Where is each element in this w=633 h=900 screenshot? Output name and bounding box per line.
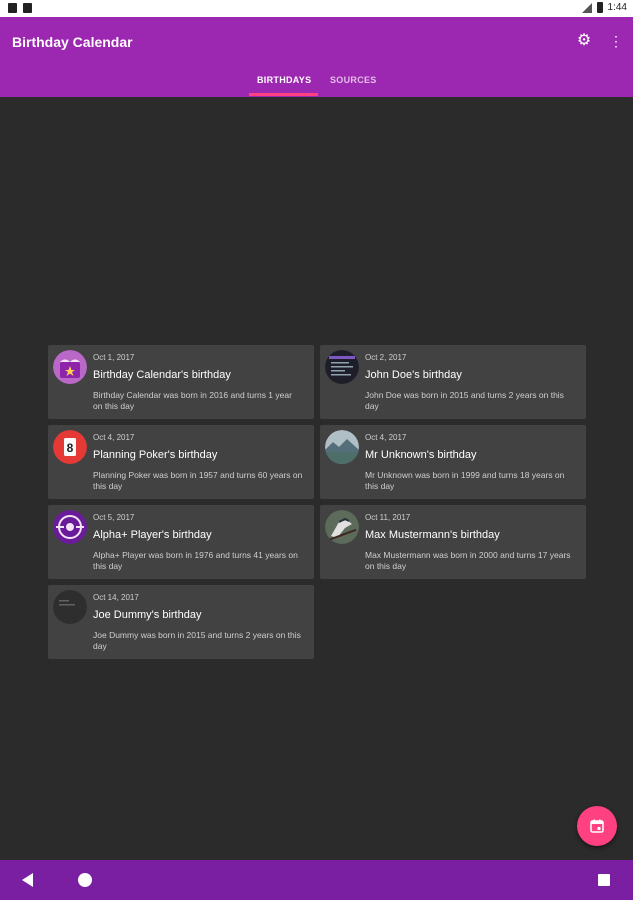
battery-icon (596, 2, 603, 13)
signal-icon (581, 2, 592, 13)
settings-gear-icon[interactable]: ⚙ (575, 32, 593, 50)
back-icon[interactable] (22, 873, 33, 887)
card-date: Oct 11, 2017 (365, 513, 411, 522)
card-title: Alpha+ Player's birthday (93, 529, 212, 541)
poker-card-icon: 8 (53, 430, 87, 464)
navigation-bar (0, 860, 633, 900)
card-description: Joe Dummy was born in 2015 and turns 2 y… (93, 630, 301, 651)
card-title: Birthday Calendar's birthday (93, 369, 231, 381)
bird-avatar (325, 510, 359, 544)
app-title: Birthday Calendar (12, 34, 133, 50)
home-icon[interactable] (78, 873, 92, 887)
card-date: Oct 4, 2017 (93, 433, 135, 442)
birthday-card[interactable]: Oct 4, 2017 Mr Unknown's birthday Mr Unk… (320, 425, 586, 499)
tab-indicator (249, 93, 318, 96)
birthday-card[interactable]: Oct 11, 2017 Max Mustermann's birthday M… (320, 505, 586, 579)
tab-bar: BIRTHDAYS SOURCES (0, 69, 633, 97)
card-description: Mr Unknown was born in 1999 and turns 18… (365, 470, 565, 491)
card-date: Oct 1, 2017 (93, 353, 135, 362)
card-title: Planning Poker's birthday (93, 449, 218, 461)
status-bar: 1:44 (0, 0, 633, 17)
card-title: Max Mustermann's birthday (365, 529, 500, 541)
dark-avatar (53, 590, 87, 624)
card-title: John Doe's birthday (365, 369, 462, 381)
more-options-icon[interactable]: ⋮ (609, 32, 623, 50)
card-description: Max Mustermann was born in 2000 and turn… (365, 550, 571, 571)
recent-apps-icon[interactable] (598, 874, 610, 886)
card-title: Joe Dummy's birthday (93, 609, 202, 621)
card-date: Oct 14, 2017 (93, 593, 139, 602)
birthday-card[interactable]: Oct 1, 2017 Birthday Calendar's birthday… (48, 345, 314, 419)
birthday-card[interactable]: 8 Oct 4, 2017 Planning Poker's birthday … (48, 425, 314, 499)
add-event-fab[interactable] (577, 806, 617, 846)
svg-text:8: 8 (67, 441, 74, 455)
sd-card-icon (23, 3, 32, 13)
birthday-card[interactable]: Oct 2, 2017 John Doe's birthday John Doe… (320, 345, 586, 419)
card-description: Alpha+ Player was born in 1976 and turns… (93, 550, 298, 571)
birthday-card[interactable]: Oct 5, 2017 Alpha+ Player's birthday Alp… (48, 505, 314, 579)
landscape-avatar (325, 430, 359, 464)
card-description: Birthday Calendar was born in 2016 and t… (93, 390, 292, 411)
card-date: Oct 4, 2017 (365, 433, 407, 442)
card-date: Oct 5, 2017 (93, 513, 135, 522)
card-description: John Doe was born in 2015 and turns 2 ye… (365, 390, 564, 411)
screenshot-avatar (325, 350, 359, 384)
birthday-card[interactable]: Oct 14, 2017 Joe Dummy's birthday Joe Du… (48, 585, 314, 659)
card-description: Planning Poker was born in 1957 and turn… (93, 470, 303, 491)
status-time: 1:44 (607, 2, 627, 13)
card-title: Mr Unknown's birthday (365, 449, 477, 461)
birthday-cake-icon (53, 350, 87, 384)
player-icon (53, 510, 87, 544)
tab-sources[interactable]: SOURCES (330, 75, 377, 85)
tab-birthdays[interactable]: BIRTHDAYS (257, 75, 311, 85)
calendar-icon (590, 819, 604, 833)
card-date: Oct 2, 2017 (365, 353, 407, 362)
notification-icon (8, 3, 17, 13)
app-bar: Birthday Calendar ⚙ ⋮ BIRTHDAYS SOURCES (0, 17, 633, 97)
